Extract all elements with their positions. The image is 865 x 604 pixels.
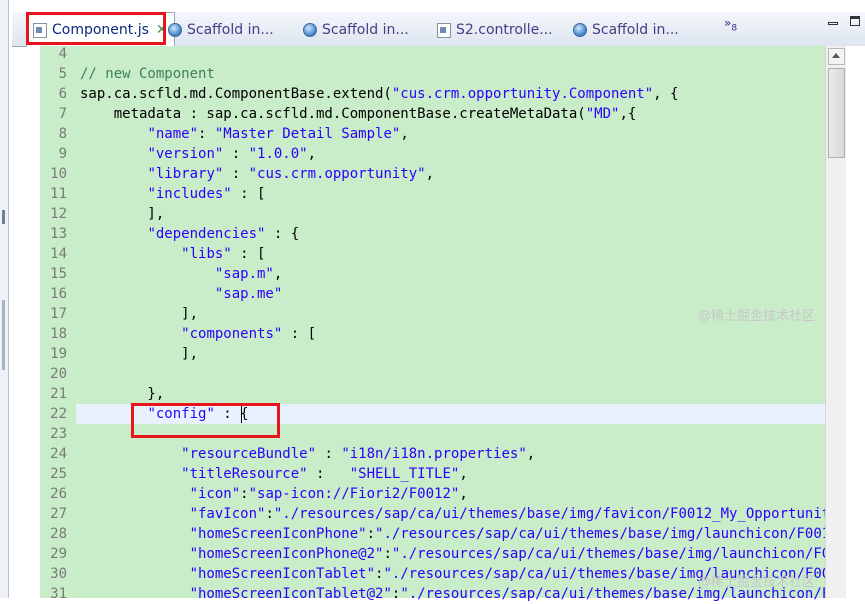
line-number: 22: [50, 406, 67, 422]
maximize-icon[interactable]: [850, 16, 860, 26]
globe-icon: [303, 23, 317, 37]
code-line[interactable]: "includes" : [: [80, 184, 265, 204]
line-number: 26: [50, 486, 67, 502]
line-number: 29: [50, 546, 67, 562]
code-line[interactable]: "homeScreenIconPhone@2":"./resources/sap…: [80, 544, 825, 564]
line-number: 20: [50, 366, 67, 382]
panel-edge-marker: [2, 300, 5, 370]
tab-scaffold-2[interactable]: Scaffold in...: [303, 17, 409, 43]
js-file-icon: [33, 22, 47, 38]
code-line[interactable]: "sap.me": [80, 284, 282, 304]
globe-icon: [573, 23, 587, 37]
line-number: 31: [50, 586, 67, 602]
code-line[interactable]: "dependencies" : {: [80, 224, 299, 244]
line-number: 13: [50, 226, 67, 242]
code-line[interactable]: "homeScreenIconPhone":"./resources/sap/c…: [80, 524, 825, 544]
code-line[interactable]: "sap.m",: [80, 264, 282, 284]
code-line[interactable]: "icon":"sap-icon://Fiori2/F0012",: [80, 484, 468, 504]
watermark-text: @稀土掘金技术社区: [698, 309, 816, 324]
tab-label: Component.js: [52, 22, 149, 38]
code-line[interactable]: "name": "Master Detail Sample",: [80, 124, 408, 144]
line-number: 19: [50, 346, 67, 362]
vertical-scrollbar[interactable]: [825, 46, 846, 598]
globe-icon: [168, 23, 182, 37]
line-number: 27: [50, 506, 67, 522]
line-number: 6: [58, 86, 67, 102]
line-number: 16: [50, 286, 67, 302]
code-line[interactable]: ],: [80, 344, 198, 364]
code-line[interactable]: sap.ca.scfld.md.ComponentBase.extend("cu…: [80, 84, 678, 104]
close-tab-icon[interactable]: ✕: [156, 22, 168, 38]
tab-label: Scaffold in...: [592, 22, 679, 38]
line-number: 11: [50, 186, 67, 202]
line-number: 8: [58, 126, 67, 142]
line-number: 30: [50, 566, 67, 582]
editor-tab-bar: Component.js ✕ Scaffold in... Scaffold i…: [12, 12, 865, 47]
line-number: 4: [58, 46, 67, 62]
code-line[interactable]: "version" : "1.0.0",: [80, 144, 316, 164]
line-number: 18: [50, 326, 67, 342]
tab-label: S2.controlle...: [456, 22, 553, 38]
line-number: 25: [50, 466, 67, 482]
code-line[interactable]: ],: [80, 304, 198, 324]
text-caret: [241, 406, 242, 423]
tab-s2-controller[interactable]: S2.controlle...: [437, 17, 553, 43]
scroll-up-arrow-icon[interactable]: [828, 48, 845, 65]
line-number: 21: [50, 386, 67, 402]
code-line[interactable]: "components" : [: [80, 324, 316, 344]
tab-scaffold-3[interactable]: Scaffold in...: [573, 17, 679, 43]
code-line[interactable]: "libs" : [: [80, 244, 265, 264]
code-line[interactable]: "titleResource" : "SHELL_TITLE",: [80, 464, 468, 484]
line-number: 28: [50, 526, 67, 542]
line-number: 9: [58, 146, 67, 162]
code-line[interactable]: "library" : "cus.crm.opportunity",: [80, 164, 434, 184]
code-line[interactable]: "config" : {: [80, 404, 248, 424]
right-margin: [846, 46, 865, 598]
line-number: 5: [58, 66, 67, 82]
line-number: 15: [50, 266, 67, 282]
left-panel-edge: [0, 0, 9, 598]
minimize-icon[interactable]: [828, 16, 838, 26]
line-number: 17: [50, 306, 67, 322]
panel-edge-marker: [2, 210, 5, 224]
line-number: 23: [50, 426, 67, 442]
watermark-text: @稀土掘金技术社区: [698, 575, 816, 590]
tab-overflow-button[interactable]: »8: [724, 16, 737, 33]
line-number: 10: [50, 166, 67, 182]
line-number: 12: [50, 206, 67, 222]
code-line[interactable]: "resourceBundle" : "i18n/i18n.properties…: [80, 444, 535, 464]
code-line[interactable]: ],: [80, 204, 164, 224]
tab-label: Scaffold in...: [322, 22, 409, 38]
code-line[interactable]: },: [80, 384, 164, 404]
tab-scaffold-1[interactable]: Scaffold in...: [168, 17, 274, 43]
line-number: 7: [58, 106, 67, 122]
code-line[interactable]: metadata : sap.ca.scfld.md.ComponentBase…: [80, 104, 637, 124]
code-line[interactable]: // new Component: [80, 64, 215, 84]
tab-component-js[interactable]: Component.js ✕: [26, 12, 175, 47]
line-number: 24: [50, 446, 67, 462]
scrollbar-thumb[interactable]: [828, 68, 845, 158]
tab-label: Scaffold in...: [187, 22, 274, 38]
line-number: 14: [50, 246, 67, 262]
code-line[interactable]: "favIcon":"./resources/sap/ca/ui/themes/…: [80, 504, 825, 524]
js-file-icon: [437, 22, 451, 38]
